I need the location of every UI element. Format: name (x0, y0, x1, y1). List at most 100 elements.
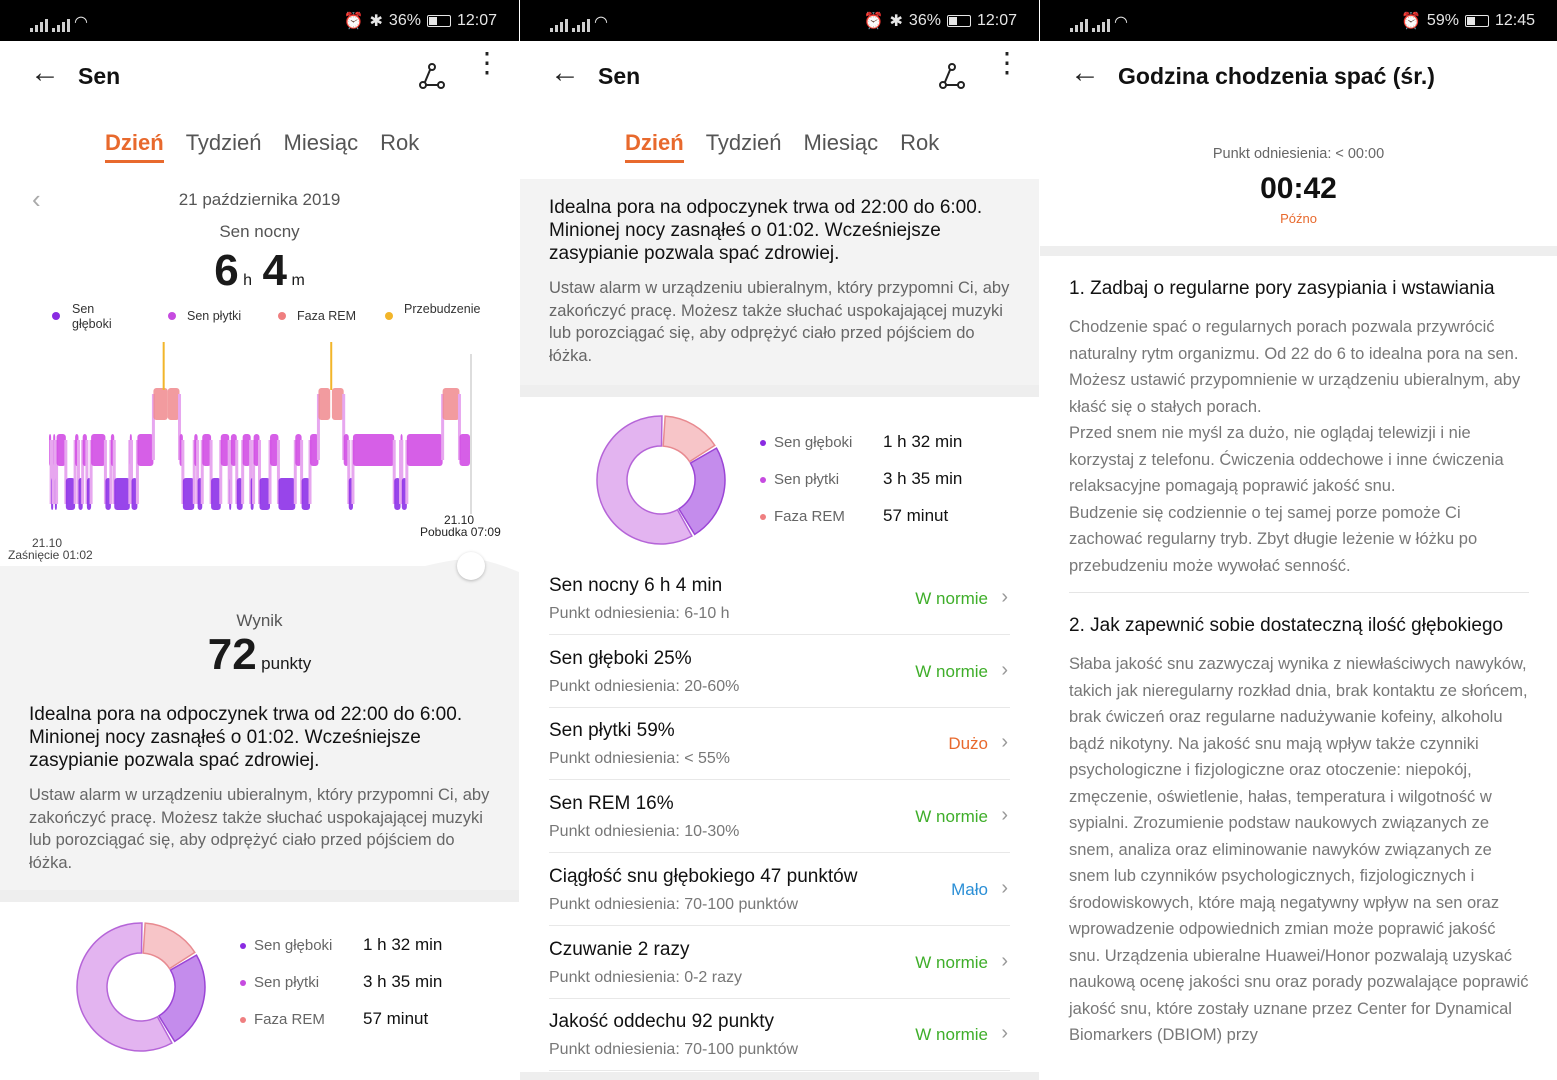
metric-title: Ciągłość snu głębokiego 47 punktów (549, 865, 858, 887)
battery-percent: 36% (908, 12, 941, 29)
signal-icon (30, 18, 48, 32)
sleep-stage-donut (596, 415, 726, 545)
donut-legend-deep: Sen głęboki (240, 937, 332, 954)
metric-row[interactable]: Sen nocny 6 h 4 min Punkt odniesienia: 6-… (549, 563, 1010, 635)
hypnogram-segment-light (406, 434, 443, 466)
donut-legend-rem-label: Faza REM (254, 1011, 325, 1028)
tab-year[interactable]: Rok (900, 130, 939, 163)
metric-row[interactable]: Sen REM 16% Punkt odniesienia: 10-30% W no… (549, 781, 1010, 854)
metric-status: W normie (915, 807, 988, 827)
advice-1: 1. Zadbaj o regularne pory zasypiania i … (1069, 278, 1531, 579)
signal-icon (1070, 18, 1088, 32)
chevron-right-icon: › (1001, 658, 1008, 681)
ideal-time-text: Idealna pora na odpoczynek trwa od 22:00… (29, 704, 463, 771)
signal-icons: ◠ (1070, 12, 1128, 32)
bedtime-reference: Punkt odniesienia: < 00:00 (1212, 146, 1385, 162)
metric-title: Sen płytki 59% (549, 720, 675, 742)
legend-light (168, 308, 184, 322)
advice-1-title: 1. Zadbaj o regularne pory zasypiania i … (1069, 278, 1495, 299)
share-icon[interactable] (417, 61, 447, 91)
alarm-icon: ⏰ (343, 13, 364, 30)
advice-1-paragraph: Budzenie się codziennie o tej samej porz… (1069, 503, 1478, 575)
chart-scrub-handle[interactable] (457, 552, 485, 580)
ideal-time-text: Idealna pora na odpoczynek trwa od 22:00… (549, 197, 983, 264)
chevron-right-icon: › (1001, 731, 1008, 754)
status-right: ⏰ ✱ 36% 12:07 (344, 11, 497, 31)
donut-legend-light: Sen płytki (240, 974, 319, 991)
metric-status: W normie (915, 589, 988, 608)
legend-awake-label: Przebudzenie (404, 302, 481, 316)
metric-reference: Punkt odniesienia: 0-2 razy (549, 968, 742, 986)
hypnogram-segment-rem (318, 388, 331, 420)
status-bar: ◠ ⏰ 59% 12:45 (1040, 0, 1557, 41)
advice-1-paragraph: Chodzenie spać o regularnych porach pozw… (1069, 318, 1521, 416)
bluetooth-icon: ✱ (889, 13, 903, 30)
donut-legend-deep-label: Sen głęboki (254, 937, 333, 954)
hypnogram-segment-rem (153, 388, 168, 420)
share-icon[interactable] (937, 61, 967, 91)
donut-legend-rem-label: Faza REM (774, 508, 845, 525)
tab-month[interactable]: Miesiąc (804, 130, 879, 163)
hypnogram-segment-light (459, 434, 470, 466)
signal-icons: ◠ (30, 12, 88, 32)
clock: 12:07 (976, 12, 1017, 29)
back-arrow-icon[interactable]: ← (1070, 58, 1100, 88)
hypnogram-segment-deep (278, 478, 296, 510)
metric-row[interactable]: Sen płytki 59% Punkt odniesienia: < 55% Du… (549, 708, 1010, 781)
app-bar: ← Sen ⋮ (0, 41, 519, 113)
donut-slice-deep (157, 954, 206, 1043)
panel-bedtime-detail: ◠ ⏰ 59% 12:45 ← Godzina chodzenia spać (… (1040, 0, 1557, 1080)
more-options-icon[interactable]: ⋮ (993, 49, 1021, 91)
bedtime-average: 00:42 (1260, 172, 1337, 205)
chevron-right-icon: › (1001, 1022, 1008, 1045)
metric-row[interactable]: Czuwanie 2 razy Punkt odniesienia: 0-2 ra… (549, 927, 1010, 999)
legend-rem-label: Faza REM (297, 309, 357, 323)
donut-legend-rem: Faza REM (760, 508, 845, 525)
tab-day[interactable]: Dzień (625, 130, 684, 163)
page-title: Godzina chodzenia spać (śr.) (1118, 63, 1435, 89)
back-arrow-icon[interactable]: ← (550, 58, 580, 88)
chevron-right-icon: › (1001, 586, 1008, 608)
metric-status: W normie (915, 1025, 988, 1045)
panel-day-details: ◠ ⏰ ✱ 36% 12:07 ← Sen ⋮ Dzień Tydzień Mi… (520, 0, 1039, 1080)
battery-percent: 59% (1426, 12, 1459, 29)
back-arrow-icon[interactable]: ← (30, 58, 60, 88)
signal-icon (1092, 18, 1110, 32)
donut-legend-deep-value: 1 h 32 min (883, 432, 963, 451)
duration-minutes: 4 (262, 246, 287, 295)
hypnogram-awake-mark (330, 342, 333, 390)
signal-icons: ◠ (550, 12, 608, 32)
metric-row[interactable]: Sen głęboki 25% Punkt odniesienia: 20-60%… (549, 636, 1010, 708)
tab-month[interactable]: Miesiąc (284, 130, 359, 163)
tab-week[interactable]: Tydzień (186, 130, 262, 163)
chevron-right-icon: › (1001, 876, 1008, 899)
night-sleep-label: Sen nocny (219, 222, 300, 241)
tab-year[interactable]: Rok (380, 130, 419, 163)
donut-legend-deep-value: 1 h 32 min (363, 935, 443, 954)
period-tabs: Dzień Tydzień Miesiąc Rok (105, 130, 419, 163)
metric-title: Jakość oddechu 92 punkty (549, 1011, 774, 1033)
wifi-icon: ◠ (74, 14, 88, 31)
hypnogram-segment-rem (442, 388, 460, 420)
advice-1-paragraph: Przed snem nie myśl za dużo, nie oglądaj… (1069, 424, 1504, 495)
donut-slice-deep (677, 447, 726, 536)
metric-reference: Punkt odniesienia: < 55% (549, 750, 731, 768)
more-options-icon[interactable]: ⋮ (473, 49, 501, 91)
tab-day[interactable]: Dzień (105, 130, 164, 163)
signal-icon (52, 18, 70, 32)
legend-rem (278, 308, 294, 322)
metric-status: W normie (915, 661, 988, 681)
advice-2: 2. Jak zapewnić sobie dostateczną ilość … (1069, 615, 1531, 1049)
hypnogram-segment-light (91, 434, 106, 466)
metric-row[interactable]: Ciągłość snu głębokiego 47 punktów Punkt … (549, 854, 1010, 926)
battery-percent: 36% (388, 12, 421, 29)
advice-divider (1069, 592, 1529, 593)
section-divider (0, 890, 519, 902)
battery-icon (1464, 15, 1489, 27)
metric-row[interactable]: Jakość oddechu 92 punkty Punkt odniesieni… (549, 999, 1010, 1072)
metric-status: W normie (915, 952, 988, 972)
tab-week[interactable]: Tydzień (706, 130, 782, 163)
legend-deep-label: Sen głęboki (72, 302, 112, 331)
battery-icon (426, 15, 451, 27)
bluetooth-icon: ✱ (369, 13, 383, 30)
